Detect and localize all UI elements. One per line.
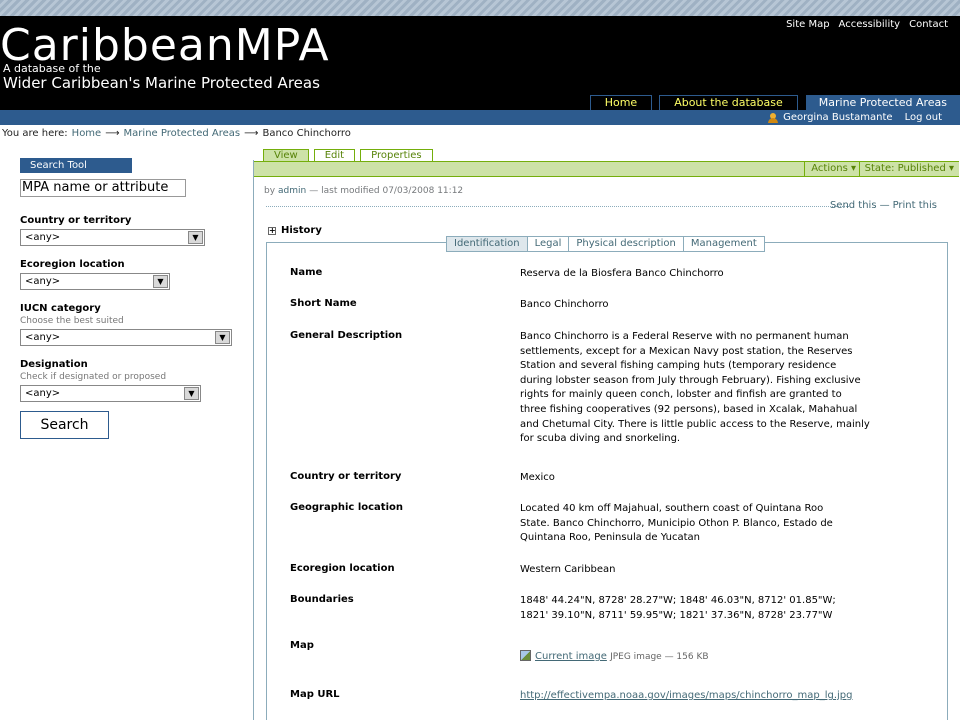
nav-tab-home[interactable]: Home xyxy=(589,95,653,110)
send-this-link[interactable]: Send this xyxy=(830,200,877,211)
country-select-value: <any> xyxy=(25,232,61,243)
divider xyxy=(266,206,849,207)
chevron-down-icon: ▼ xyxy=(188,231,203,244)
contact-link[interactable]: Contact xyxy=(909,19,948,30)
tab-management[interactable]: Management xyxy=(684,237,764,251)
breadcrumb-current: Banco Chinchorro xyxy=(262,128,351,139)
search-button[interactable]: Search xyxy=(20,411,109,439)
field-label: Country or territory xyxy=(290,471,402,482)
expand-icon: + xyxy=(268,225,276,235)
search-portlet: Search Tool MPA name or attribute Countr… xyxy=(20,158,235,439)
map-url-link[interactable]: http://effectivempa.noaa.gov/images/maps… xyxy=(520,690,853,701)
actions-menu[interactable]: Actions ▾ xyxy=(804,162,862,176)
iucn-help: Choose the best suited xyxy=(20,316,124,326)
document-byline: by admin — last modified 07/03/2008 11:1… xyxy=(264,186,463,196)
global-nav: Home About the database Marine Protected… xyxy=(0,95,960,110)
content-actions-bar: Actions ▾ State: Published ▾ xyxy=(254,161,959,177)
author-link[interactable]: admin xyxy=(278,186,306,196)
personal-bar: Georgina Bustamante Log out xyxy=(0,110,960,125)
country-select[interactable]: <any> ▼ xyxy=(20,229,205,246)
user-link[interactable]: Georgina Bustamante xyxy=(768,110,893,125)
chevron-down-icon: ▼ xyxy=(153,275,168,288)
field-value: Current image JPEG image — 156 KB xyxy=(520,650,865,665)
field-value: 1848' 44.24"N, 8728' 28.27"W; 1848' 46.0… xyxy=(520,595,836,621)
fieldset-tabs: Identification Legal Physical descriptio… xyxy=(446,236,765,252)
breadcrumb-prefix: You are here: xyxy=(2,128,68,139)
ecoregion-select-value: <any> xyxy=(25,276,61,287)
site-map-link[interactable]: Site Map xyxy=(786,19,829,30)
field-label: Ecoregion location xyxy=(290,563,395,574)
iucn-label: IUCN category xyxy=(20,303,101,314)
user-icon xyxy=(768,112,779,123)
field-value: Reserva de la Biosfera Banco Chinchorro xyxy=(520,268,724,279)
iucn-select-value: <any> xyxy=(25,332,61,343)
top-strip xyxy=(0,0,960,16)
breadcrumb-mpas[interactable]: Marine Protected Areas xyxy=(124,128,241,139)
search-tool-header: Search Tool xyxy=(20,158,132,173)
nav-tab-mpas[interactable]: Marine Protected Areas xyxy=(805,95,960,110)
breadcrumb-separator: ⟶ xyxy=(244,128,259,139)
breadcrumb-separator: ⟶ xyxy=(105,128,120,139)
tab-legal[interactable]: Legal xyxy=(528,237,570,251)
document-actions: Send this — Print this xyxy=(254,200,959,212)
iucn-select[interactable]: <any> ▼ xyxy=(20,329,232,346)
field-value: http://effectivempa.noaa.gov/images/maps… xyxy=(520,689,880,704)
image-icon xyxy=(520,650,531,661)
field-label: Map xyxy=(290,640,314,651)
breadcrumb-home[interactable]: Home xyxy=(72,128,102,139)
field-label: Boundaries xyxy=(290,594,354,605)
print-this-link[interactable]: Print this xyxy=(893,200,937,211)
document-actions-separator: — xyxy=(879,200,890,211)
history-toggle[interactable]: + History xyxy=(268,225,322,236)
designation-select-value: <any> xyxy=(25,388,61,399)
designation-help: Check if designated or proposed xyxy=(20,372,167,382)
searchable-text-input[interactable]: MPA name or attribute xyxy=(20,179,186,197)
chevron-down-icon: ▼ xyxy=(184,387,199,400)
state-menu[interactable]: State: Published ▾ xyxy=(858,162,959,176)
breadcrumb: You are here: Home ⟶ Marine Protected Ar… xyxy=(2,128,351,139)
designation-select[interactable]: <any> ▼ xyxy=(20,385,201,402)
tab-physical-description[interactable]: Physical description xyxy=(569,237,684,251)
user-name: Georgina Bustamante xyxy=(783,112,893,123)
site-actions: Site Map Accessibility Contact xyxy=(786,19,948,30)
field-label: Name xyxy=(290,267,323,278)
logout-link[interactable]: Log out xyxy=(905,110,942,125)
field-value: Banco Chinchorro xyxy=(520,299,609,310)
ecoregion-label: Ecoregion location xyxy=(20,259,125,270)
field-label: Map URL xyxy=(290,689,340,700)
field-label: Geographic location xyxy=(290,502,403,513)
current-image-link[interactable]: Current image xyxy=(535,651,607,662)
history-label: History xyxy=(281,225,322,236)
field-value: Located 40 km off Majahual, southern coa… xyxy=(520,503,833,544)
country-label: Country or territory xyxy=(20,215,132,226)
ecoregion-select[interactable]: <any> ▼ xyxy=(20,273,170,290)
nav-tab-about[interactable]: About the database xyxy=(659,95,798,110)
field-label: General Description xyxy=(290,330,403,341)
chevron-down-icon: ▼ xyxy=(215,331,230,344)
tab-identification[interactable]: Identification xyxy=(447,237,528,251)
field-value: Mexico xyxy=(520,472,555,483)
accessibility-link[interactable]: Accessibility xyxy=(839,19,901,30)
tagline-line2: Wider Caribbean's Marine Protected Areas xyxy=(3,74,320,92)
image-mime-info: JPEG image — 156 KB xyxy=(610,652,709,662)
column-divider xyxy=(253,160,254,720)
field-label: Short Name xyxy=(290,298,357,309)
byline-by: by xyxy=(264,186,276,196)
field-value: Western Caribbean xyxy=(520,564,616,575)
byline-modified: — last modified 07/03/2008 11:12 xyxy=(309,186,464,196)
designation-label: Designation xyxy=(20,359,88,370)
field-value: Banco Chinchorro is a Federal Reserve wi… xyxy=(520,331,870,445)
